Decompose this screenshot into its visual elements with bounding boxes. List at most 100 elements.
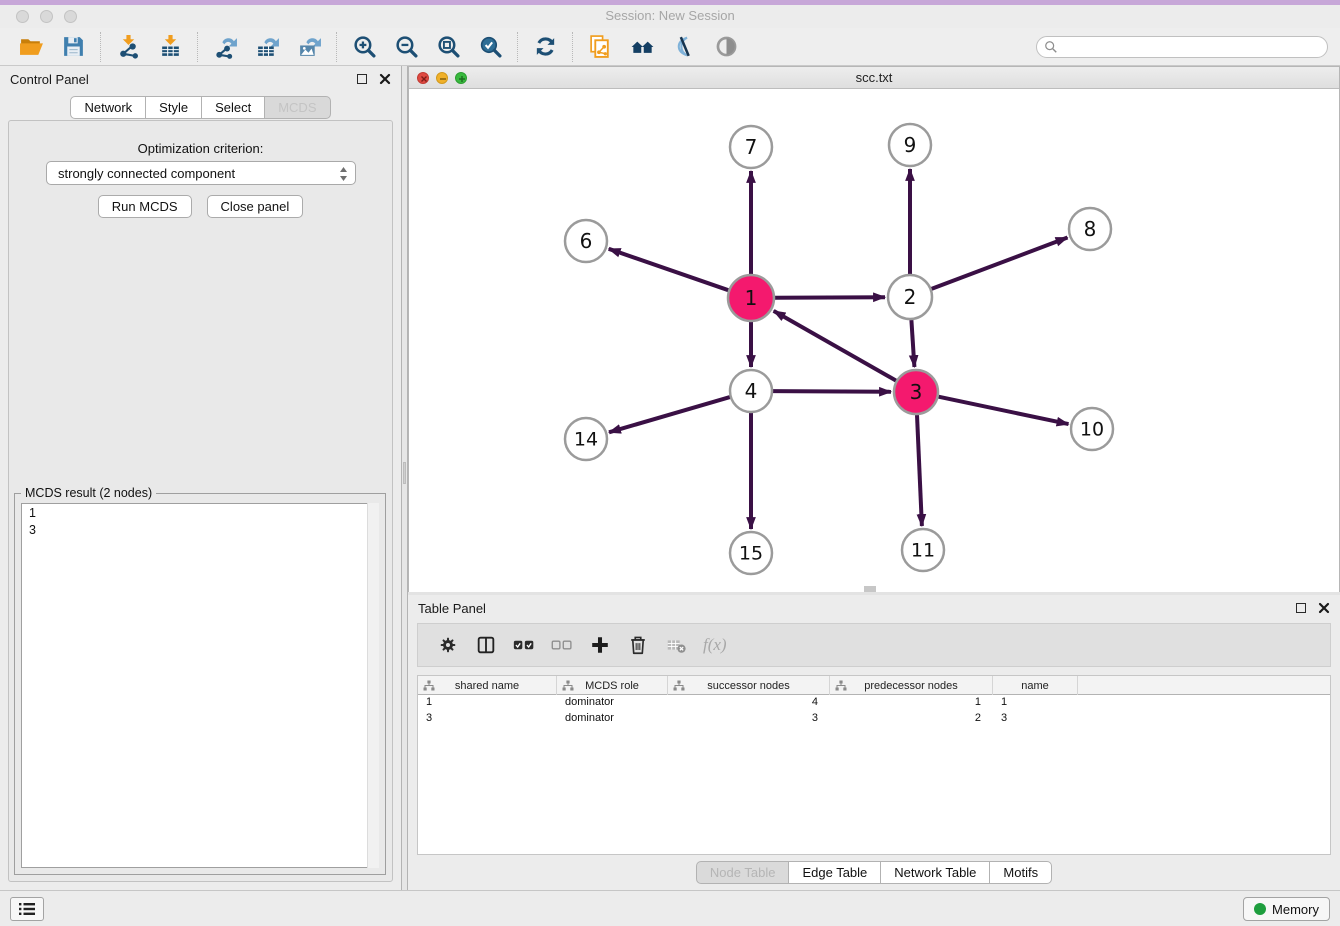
hide-graphics-details-button[interactable] xyxy=(668,31,700,63)
tab-edge-table[interactable]: Edge Table xyxy=(788,861,881,884)
export-to-ndex-button[interactable] xyxy=(584,31,616,63)
zoom-out-button[interactable] xyxy=(390,31,422,63)
zoom-fit-button[interactable] xyxy=(432,31,464,63)
open-file-button[interactable] xyxy=(15,31,47,63)
float-table-panel-icon[interactable] xyxy=(1296,603,1306,613)
zoom-selected-button[interactable] xyxy=(474,31,506,63)
tab-network-table[interactable]: Network Table xyxy=(880,861,990,884)
eye-icon xyxy=(714,34,739,59)
graph-node-15[interactable]: 15 xyxy=(730,532,772,574)
show-graphics-details-button[interactable] xyxy=(710,31,742,63)
network-graph[interactable]: 7 9 6 8 1 2 4 3 14 10 15 11 xyxy=(409,89,1339,592)
table-panel-header: Table Panel xyxy=(408,595,1340,621)
select-all-columns-button[interactable] xyxy=(509,630,539,660)
apply-layout-button[interactable] xyxy=(529,31,561,63)
graph-edge-3-11[interactable] xyxy=(917,415,922,526)
session-title: Session: New Session xyxy=(0,8,1340,23)
graph-edge-2-8[interactable] xyxy=(932,238,1068,289)
graph-node-2[interactable]: 2 xyxy=(888,275,932,319)
delete-table-button[interactable] xyxy=(661,630,691,660)
node-label: 10 xyxy=(1080,419,1104,441)
graph-edge-1-6[interactable] xyxy=(609,249,729,290)
column-header-predecessor-nodes[interactable]: predecessor nodes xyxy=(830,676,993,695)
vertical-splitter[interactable] xyxy=(401,66,408,890)
export-network-button[interactable] xyxy=(209,31,241,63)
close-panel-button[interactable]: Close panel xyxy=(207,195,304,218)
tab-select[interactable]: Select xyxy=(201,96,265,119)
zoom-in-button[interactable] xyxy=(348,31,380,63)
import-network-button[interactable] xyxy=(112,31,144,63)
save-session-button[interactable] xyxy=(57,31,89,63)
stepper-arrows-icon xyxy=(338,166,349,182)
graph-edge-2-3[interactable] xyxy=(911,320,914,367)
graph-node-9[interactable]: 9 xyxy=(889,124,931,166)
tab-node-table[interactable]: Node Table xyxy=(696,861,790,884)
graph-edge-3-10[interactable] xyxy=(939,397,1069,424)
node-label: 4 xyxy=(745,379,758,403)
search-input[interactable] xyxy=(1036,36,1328,58)
unselect-all-columns-button[interactable] xyxy=(547,630,577,660)
show-columns-button[interactable] xyxy=(471,630,501,660)
trash-icon xyxy=(627,634,649,656)
graph-node-14[interactable]: 14 xyxy=(565,418,607,460)
table-row[interactable]: 3dominator323 xyxy=(418,711,1330,727)
tab-mcds[interactable]: MCDS xyxy=(264,96,330,119)
memory-button[interactable]: Memory xyxy=(1243,897,1330,921)
search-icon xyxy=(1044,40,1058,54)
mcds-result-text[interactable]: 1 3 xyxy=(21,503,379,868)
hierarchy-icon xyxy=(835,680,847,692)
column-header-shared-name[interactable]: shared name xyxy=(418,676,557,695)
tab-network[interactable]: Network xyxy=(70,96,146,119)
column-settings-button[interactable] xyxy=(433,630,463,660)
export-table-button[interactable] xyxy=(251,31,283,63)
function-builder-button[interactable]: f(x) xyxy=(703,635,727,655)
graph-node-11[interactable]: 11 xyxy=(902,529,944,571)
float-panel-icon[interactable] xyxy=(357,74,367,84)
table-body: 1dominator4113dominator323 xyxy=(418,695,1330,727)
hierarchy-icon xyxy=(423,680,435,692)
import-table-icon xyxy=(158,34,183,59)
graph-edge-4-3[interactable] xyxy=(773,391,891,392)
tab-style[interactable]: Style xyxy=(145,96,202,119)
graph-edge-1-2[interactable] xyxy=(775,297,885,298)
column-header-successor-nodes[interactable]: successor nodes xyxy=(668,676,830,695)
graph-node-8[interactable]: 8 xyxy=(1069,208,1111,250)
table-panel: Table Panel xyxy=(408,595,1340,886)
toolbar-separator xyxy=(336,32,337,62)
column-header-MCDS-role[interactable]: MCDS role xyxy=(557,676,668,695)
close-panel-icon[interactable] xyxy=(379,73,391,85)
graph-node-1[interactable]: 1 xyxy=(728,275,774,321)
memory-label: Memory xyxy=(1272,902,1319,917)
task-history-button[interactable] xyxy=(10,897,44,921)
graph-node-4[interactable]: 4 xyxy=(730,370,772,412)
unchecked-boxes-icon xyxy=(551,634,573,656)
graph-node-6[interactable]: 6 xyxy=(565,220,607,262)
splitter-handle[interactable] xyxy=(403,462,406,484)
node-label: 11 xyxy=(911,540,935,562)
network-window-titlebar[interactable]: scc.txt xyxy=(409,67,1339,89)
open-ndex-button[interactable] xyxy=(626,31,658,63)
export-image-button[interactable] xyxy=(293,31,325,63)
export-network-icon xyxy=(213,34,238,59)
add-column-button[interactable] xyxy=(585,630,615,660)
table-row[interactable]: 1dominator411 xyxy=(418,695,1330,711)
import-table-button[interactable] xyxy=(154,31,186,63)
zoom-selected-icon xyxy=(478,34,503,59)
network-canvas[interactable]: 7 9 6 8 1 2 4 3 14 10 15 11 xyxy=(409,89,1339,592)
delete-column-button[interactable] xyxy=(623,630,653,660)
run-mcds-button[interactable]: Run MCDS xyxy=(98,195,192,218)
graph-node-3[interactable]: 3 xyxy=(894,370,938,414)
graph-edge-4-14[interactable] xyxy=(609,397,730,432)
tab-motifs[interactable]: Motifs xyxy=(989,861,1052,884)
column-header-name[interactable]: name xyxy=(993,676,1078,695)
graph-node-7[interactable]: 7 xyxy=(730,126,772,168)
main-titlebar: Session: New Session xyxy=(0,5,1340,28)
graph-edge-3-1[interactable] xyxy=(774,311,896,381)
toolbar-separator xyxy=(517,32,518,62)
close-table-panel-icon[interactable] xyxy=(1318,602,1330,614)
control-panel-title: Control Panel xyxy=(10,72,89,87)
control-panel: Control Panel NetworkStyleSelectMCDS Opt… xyxy=(0,66,401,890)
result-scrollbar[interactable] xyxy=(367,503,379,868)
graph-node-10[interactable]: 10 xyxy=(1071,408,1113,450)
criterion-select[interactable]: strongly connected component xyxy=(46,161,356,185)
